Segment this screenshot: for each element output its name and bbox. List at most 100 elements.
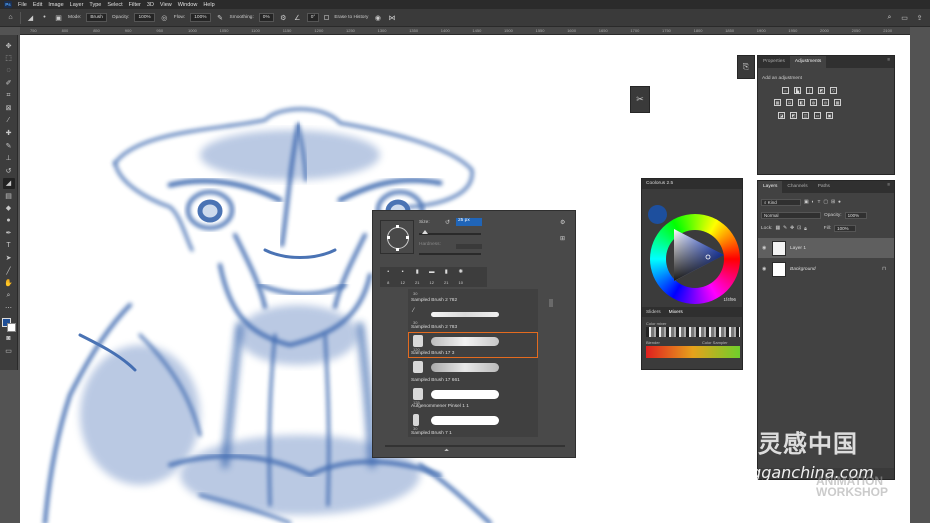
brush-list-item[interactable]: 125 Aufgenommener Pinsel 1 1 (408, 385, 538, 412)
filter-pixel-icon[interactable]: ▣ (804, 200, 809, 205)
airbrush-icon[interactable]: ✎ (216, 13, 225, 22)
brush-list-item[interactable]: Sampled Brush 17 661 (408, 358, 538, 385)
resize-grip-icon[interactable]: ⏶ (444, 448, 449, 455)
size-input[interactable]: 25 px (456, 218, 482, 226)
lock-artboard-icon[interactable]: ⊡ (797, 226, 801, 231)
eyedropper-tool-icon[interactable]: ⁄ (3, 115, 15, 127)
lasso-tool-icon[interactable]: ◌ (3, 65, 15, 77)
size-slider-track[interactable] (419, 233, 481, 235)
recent-brush-tip[interactable]: ▮ 21 (411, 269, 424, 285)
new-preset-icon[interactable]: ⊞ (560, 235, 565, 242)
menu-window[interactable]: Window (178, 2, 198, 8)
hex-value[interactable]: 1f4f96 (723, 297, 736, 302)
type-tool-icon[interactable]: T (3, 240, 15, 252)
exposure-icon[interactable]: ◩ (818, 87, 825, 94)
menu-help[interactable]: Help (203, 2, 214, 8)
layer-row[interactable]: ◉ Background ⊓ (758, 259, 894, 279)
share-icon[interactable]: ⇪ (915, 13, 924, 22)
menu-image[interactable]: Image (48, 2, 63, 8)
zoom-tool-icon[interactable]: ⌕ (3, 290, 15, 302)
symmetry-icon[interactable]: ⋈ (387, 13, 396, 22)
gear-icon[interactable]: ⚙ (279, 13, 288, 22)
tab-paths[interactable]: Paths (813, 181, 835, 193)
brush-handle[interactable] (396, 225, 399, 228)
reset-size-icon[interactable]: ↺ (445, 219, 450, 226)
layer-filter-select[interactable]: ⌕ Kind (761, 199, 801, 206)
search-icon[interactable]: ⌕ (885, 13, 894, 22)
brush-list-item[interactable]: 30 Sampled Brush 7 1 (408, 411, 538, 437)
hand-tool-icon[interactable]: ✋ (3, 278, 15, 290)
layer-row-selected[interactable]: ◉ Layer 1 (758, 238, 894, 258)
hardness-slider-track[interactable] (419, 253, 481, 255)
lock-pixels-icon[interactable]: ✎ (783, 226, 787, 231)
layer-name[interactable]: Background (790, 267, 816, 272)
eraser-tool-icon[interactable]: ◢ (2, 177, 15, 189)
pen-tool-icon[interactable]: ✒ (3, 228, 15, 240)
eye-icon[interactable]: ◉ (762, 266, 768, 272)
pressure-size-icon[interactable]: ◉ (373, 13, 382, 22)
black-white-icon[interactable]: ◧ (798, 99, 805, 106)
lock-all-icon[interactable]: 🔒︎ (804, 226, 807, 232)
quick-mask-icon[interactable]: ◙ (3, 333, 15, 345)
color-swatches[interactable] (1, 318, 16, 332)
marquee-tool-icon[interactable]: ⬚ (3, 53, 15, 65)
recent-brush-tip[interactable]: ▬ 12 (426, 269, 439, 285)
brush-preset-picker-icon[interactable]: • (40, 13, 49, 22)
tab-properties[interactable]: Properties (758, 56, 790, 68)
layer-opacity-field[interactable]: 100% (844, 212, 867, 219)
line-tool-icon[interactable]: ╱ (3, 265, 15, 277)
frame-tool-icon[interactable]: ⊠ (3, 103, 15, 115)
tab-adjustments[interactable]: Adjustments (789, 56, 827, 68)
photo-filter-icon[interactable]: ◍ (810, 99, 817, 106)
gradient-map-icon[interactable]: ▭ (814, 112, 821, 119)
vibrance-icon[interactable]: ▽ (830, 87, 837, 94)
brush-handle[interactable] (387, 236, 390, 239)
recent-brush-tip[interactable]: ✺ 10 (455, 269, 468, 285)
color-balance-icon[interactable]: ⚖ (786, 99, 793, 106)
history-panel-icon[interactable]: ⎘ (737, 55, 755, 79)
menu-view[interactable]: View (160, 2, 172, 8)
hardness-field[interactable] (456, 244, 482, 249)
flow-field[interactable]: 100% (190, 13, 211, 22)
menu-3d[interactable]: 3D (147, 2, 154, 8)
brush-list-item-selected[interactable]: 120 Sampled Brush 17 3 (408, 331, 538, 358)
crop-tool-icon[interactable]: ⌗ (3, 90, 15, 102)
selective-color-icon[interactable]: ▣ (826, 112, 833, 119)
brush-list-item[interactable]: ⁄ 30 Sampled Brush 2 783 (408, 305, 538, 332)
blur-tool-icon[interactable]: ◆ (3, 203, 15, 215)
eye-icon[interactable]: ◉ (762, 245, 768, 251)
color-triangle[interactable] (668, 225, 730, 287)
layer-fill-field[interactable]: 100% (834, 225, 857, 232)
app-logo[interactable]: Ps (4, 1, 12, 8)
brush-list-scrollbar[interactable] (549, 299, 553, 307)
angle-field[interactable]: 0° (306, 13, 320, 22)
panel-menu-icon[interactable]: ≡ (883, 181, 894, 193)
threshold-icon[interactable]: ◫ (802, 112, 809, 119)
brush-list-item[interactable]: 30 Sampled Brush 2 782 (408, 289, 538, 305)
tab-mixers[interactable]: Mixers (669, 310, 683, 315)
menu-edit[interactable]: Edit (33, 2, 42, 8)
lock-transparent-icon[interactable]: ▦ (775, 226, 780, 231)
filter-adjustment-icon[interactable]: ◐ (812, 200, 815, 205)
menu-layer[interactable]: Layer (70, 2, 84, 8)
invert-icon[interactable]: ◪ (778, 112, 785, 119)
recent-brush-tip[interactable]: ▮ 21 (440, 269, 453, 285)
menu-select[interactable]: Select (107, 2, 122, 8)
clone-stamp-tool-icon[interactable]: ⊥ (3, 153, 15, 165)
gradient-tool-icon[interactable]: ▤ (3, 190, 15, 202)
filter-smart-icon[interactable]: ⊞ (831, 200, 835, 205)
move-tool-icon[interactable]: ✥ (3, 40, 15, 52)
tab-channels[interactable]: Channels (782, 181, 812, 193)
healing-brush-tool-icon[interactable]: ✚ (3, 128, 15, 140)
erase-history-checkbox[interactable] (324, 15, 330, 20)
brush-tool-icon[interactable]: ✎ (3, 140, 15, 152)
filter-toggle-icon[interactable]: ● (838, 200, 841, 205)
blend-mode-select[interactable]: Normal (761, 212, 821, 219)
color-gradient-bar[interactable] (646, 346, 740, 358)
brush-handle[interactable] (406, 236, 409, 239)
dodge-tool-icon[interactable]: ● (3, 215, 15, 227)
menu-filter[interactable]: Filter (129, 2, 141, 8)
panel-menu-icon[interactable]: ≡ (883, 56, 894, 68)
opacity-field[interactable]: 100% (134, 13, 155, 22)
mode-select[interactable]: Brush (86, 13, 107, 22)
